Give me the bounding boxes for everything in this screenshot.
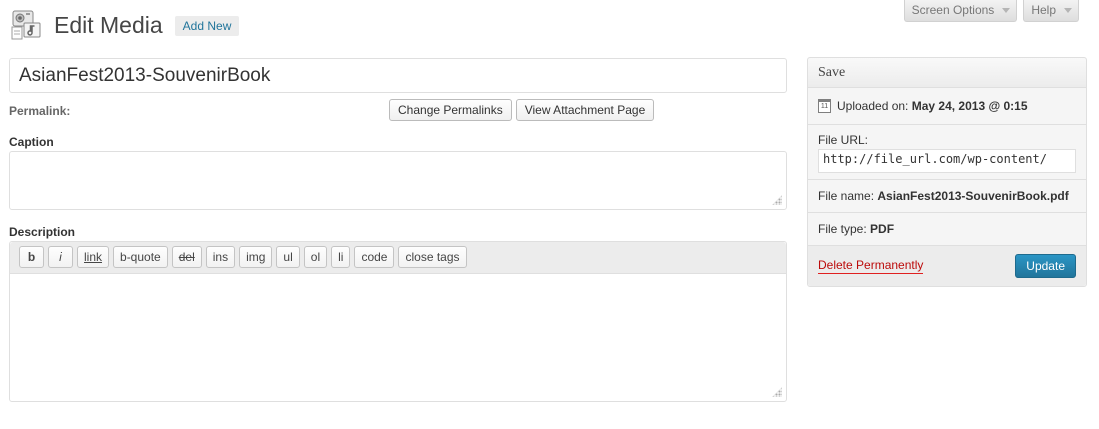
quicktag-italic-button[interactable]: i [48,246,73,268]
file-name-label: File name: [818,189,875,203]
uploaded-on-value: May 24, 2013 @ 0:15 [911,99,1028,113]
permalink-row: Permalink: Change Permalinks View Attach… [9,98,787,124]
calendar-icon: 11 [818,99,831,113]
file-type-row: File type: PDF [808,213,1086,246]
quicktag-link-button[interactable]: link [77,246,110,268]
file-name-value: AsianFest2013-SouvenirBook.pdf [877,189,1069,203]
screen-options-label: Screen Options [911,3,995,17]
screen-meta-links: Screen Options Help [903,0,1079,22]
uploaded-on-row: 11 Uploaded on: May 24, 2013 @ 0:15 [808,88,1086,125]
page-title: Edit Media [54,12,163,38]
file-url-label: File URL: [818,133,869,147]
permalink-buttons: Change Permalinks View Attachment Page [389,99,655,121]
quicktag-img-button[interactable]: img [239,246,273,268]
file-type-label: File type: [818,222,867,236]
quicktag-blockquote-button[interactable]: b-quote [113,246,168,268]
quicktag-li-button[interactable]: li [331,246,351,268]
quicktag-code-button[interactable]: code [354,246,395,268]
quicktag-del-button[interactable]: del [171,246,202,268]
change-permalinks-button[interactable]: Change Permalinks [389,99,512,121]
save-box-heading[interactable]: Save [808,58,1086,88]
file-url-field[interactable]: http://file_url.com/wp-content/ [818,149,1076,173]
save-box-actions: Delete Permanently Update [808,246,1086,286]
resize-grip-icon[interactable] [772,387,782,397]
file-type-value: PDF [870,222,895,236]
add-new-button[interactable]: Add New [174,16,240,36]
quicktags-toolbar: b i link b-quote del ins img ul ol li co… [10,242,786,274]
uploaded-on-label: Uploaded on: [837,99,909,113]
description-editor: b i link b-quote del ins img ul ol li co… [9,241,787,402]
description-label: Description [9,225,76,239]
chevron-down-icon [1064,8,1072,13]
caption-textarea[interactable] [9,151,787,210]
view-attachment-page-button[interactable]: View Attachment Page [515,99,655,121]
file-name-row: File name: AsianFest2013-SouvenirBook.pd… [808,180,1086,213]
screen-options-button[interactable]: Screen Options [903,0,1018,22]
update-button[interactable]: Update [1015,254,1076,278]
help-button[interactable]: Help [1023,0,1079,22]
file-url-row: File URL: http://file_url.com/wp-content… [808,125,1086,180]
chevron-down-icon [1002,8,1011,13]
page-header: Edit Media Add New [10,8,240,42]
permalink-label: Permalink: [9,104,71,118]
description-textarea[interactable] [10,274,786,401]
caption-label: Caption [9,135,54,149]
quicktag-ul-button[interactable]: ul [276,246,300,268]
media-library-icon [10,8,44,42]
resize-grip-icon[interactable] [772,195,782,205]
quicktag-ins-button[interactable]: ins [205,246,236,268]
title-input[interactable] [9,58,787,93]
quicktag-ol-button[interactable]: ol [303,246,328,268]
main-column: Permalink: Change Permalinks View Attach… [9,58,787,402]
save-box: Save 11 Uploaded on: May 24, 2013 @ 0:15… [807,57,1087,287]
help-label: Help [1031,3,1056,17]
delete-permanently-link[interactable]: Delete Permanently [818,258,924,274]
quicktag-close-tags-button[interactable]: close tags [398,246,467,268]
quicktag-bold-button[interactable]: b [19,246,44,268]
